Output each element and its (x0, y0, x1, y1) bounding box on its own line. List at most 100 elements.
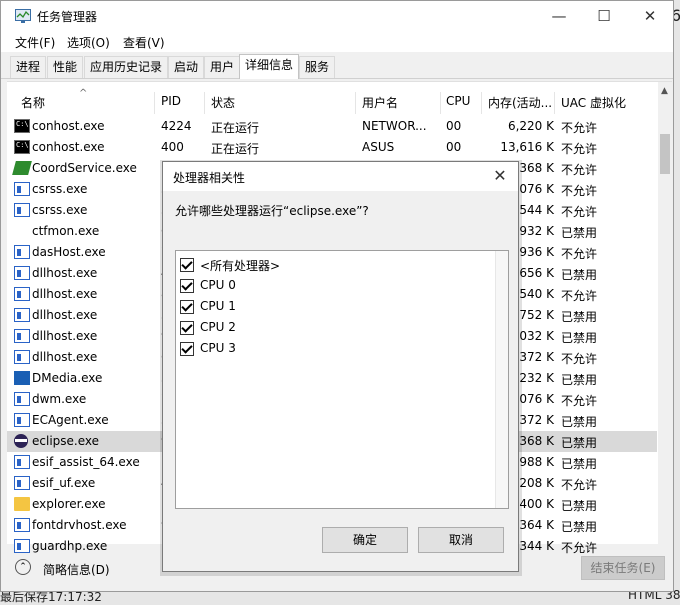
window-app-icon: window-app-icon (14, 245, 30, 259)
column-divider[interactable] (355, 92, 356, 114)
tab-services[interactable]: 服务 (299, 56, 336, 78)
cell-name: conhost.exe (32, 140, 105, 154)
menu-options[interactable]: 选项(O) (67, 34, 110, 51)
cell-uac: 已禁用 (561, 226, 598, 240)
window-app-icon: window-app-icon (14, 308, 30, 322)
window-app-icon: window-app-icon (14, 203, 30, 217)
cell-name: csrss.exe (32, 203, 88, 217)
list-scrollbar[interactable] (495, 251, 508, 508)
column-header-memory[interactable]: 内存(活动... (488, 94, 552, 111)
column-header-user[interactable]: 用户名 (362, 94, 398, 111)
processor-affinity-dialog: 处理器相关性 ✕ 允许哪些处理器运行“eclipse.exe”? <所有处理器>… (162, 161, 519, 572)
tab-app-history[interactable]: 应用历史记录 (84, 56, 169, 78)
cell-name: explorer.exe (32, 497, 106, 511)
window-app-icon: window-app-icon (14, 266, 30, 280)
cell-uac: 不允许 (561, 289, 598, 303)
cell-uac: 已禁用 (561, 310, 598, 324)
dialog-title: 处理器相关性 (173, 171, 246, 185)
dialog-title-bar[interactable]: 处理器相关性 ✕ (163, 162, 518, 191)
maximize-button[interactable]: ☐ (581, 1, 627, 32)
cell-uac: 已禁用 (561, 331, 598, 345)
checkbox[interactable] (180, 258, 194, 272)
cell-user: ASUS (362, 140, 395, 154)
cell-pid: 4224 (161, 119, 192, 133)
processor-option-label: CPU 1 (200, 299, 236, 313)
cell-user: NETWOR... (362, 119, 427, 133)
processor-option-label: CPU 2 (200, 320, 236, 334)
window-app-icon: window-app-icon (14, 476, 30, 490)
console-icon: console-icon (14, 119, 30, 133)
window-app-icon: window-app-icon (14, 455, 30, 469)
column-divider[interactable] (154, 92, 155, 114)
column-header-uac[interactable]: UAC 虚拟化 (561, 94, 626, 111)
checkbox[interactable] (180, 300, 194, 314)
window-app-icon: window-app-icon (14, 287, 30, 301)
cell-name: esif_uf.exe (32, 476, 96, 490)
dialog-close-button[interactable]: ✕ (488, 164, 512, 188)
cell-cpu: 00 (446, 119, 462, 133)
table-row[interactable]: console-iconconhost.exe 400 正在运行 ASUS 00 13,6… (7, 137, 657, 158)
column-divider[interactable] (481, 92, 482, 114)
window-app-icon: window-app-icon (14, 182, 30, 196)
cell-cpu: 00 (446, 140, 462, 154)
column-divider[interactable] (554, 92, 555, 114)
title-bar[interactable]: 任务管理器 — ☐ ✕ (1, 1, 673, 32)
cell-uac: 不允许 (561, 247, 598, 261)
cell-name: eclipse.exe (32, 434, 100, 448)
column-divider[interactable] (440, 92, 441, 114)
cell-mem: 13,616 K (500, 140, 554, 154)
menu-bar: 文件(F) 选项(O) 查看(V) (1, 32, 673, 52)
vertical-scrollbar[interactable]: ▲ (658, 82, 672, 544)
cell-name: fontdrvhost.exe (32, 518, 127, 532)
cell-uac: 已禁用 (561, 436, 598, 450)
window-title: 任务管理器 (37, 10, 98, 24)
tab-users[interactable]: 用户 (204, 56, 241, 78)
scroll-thumb[interactable] (660, 134, 670, 174)
cell-name: dllhost.exe (32, 287, 98, 301)
ok-button[interactable]: 确定 (322, 527, 408, 553)
minimize-button[interactable]: — (536, 1, 582, 32)
cell-uac: 已禁用 (561, 373, 598, 387)
fewer-details-link[interactable]: 简略信息(D) (43, 561, 110, 578)
cell-uac: 不允许 (561, 352, 598, 366)
cell-mem: 6,220 K (507, 119, 554, 133)
column-divider[interactable] (204, 92, 205, 114)
cell-pid: 400 (161, 140, 184, 154)
tab-performance[interactable]: 性能 (47, 56, 84, 78)
checkbox[interactable] (180, 342, 194, 356)
scroll-up-icon[interactable]: ▲ (661, 86, 668, 96)
cell-uac: 已禁用 (561, 268, 598, 282)
menu-file[interactable]: 文件(F) (15, 34, 55, 51)
cell-name: DMedia.exe (32, 371, 103, 385)
cell-name: dllhost.exe (32, 350, 98, 364)
column-header-status[interactable]: 状态 (211, 94, 235, 111)
cell-name: CoordService.exe (32, 161, 137, 175)
close-button[interactable]: ✕ (627, 1, 673, 32)
cell-name: ECAgent.exe (32, 413, 109, 427)
cancel-button[interactable]: 取消 (418, 527, 504, 553)
column-header-name[interactable]: 名称 (21, 94, 45, 111)
cell-uac: 不允许 (561, 205, 598, 219)
sort-ascending-icon: ^ (79, 88, 88, 99)
eclipse-icon: eclipse-icon (14, 434, 28, 448)
tab-details[interactable]: 详细信息 (239, 54, 300, 79)
checkbox[interactable] (180, 279, 194, 293)
folder-icon: folder-icon (14, 497, 30, 511)
tab-processes[interactable]: 进程 (10, 56, 47, 78)
collapse-chevron-icon[interactable]: ⌃ (15, 559, 31, 575)
checkbox[interactable] (180, 321, 194, 335)
tab-startup[interactable]: 启动 (168, 56, 205, 78)
maximize-icon: ☐ (597, 7, 611, 25)
processor-option-label: CPU 0 (200, 278, 236, 292)
cell-uac: 不允许 (561, 478, 598, 492)
column-header-pid[interactable]: PID (161, 94, 181, 108)
end-task-button[interactable]: 结束任务(E) (581, 556, 665, 580)
processor-option-label: <所有处理器> (200, 259, 281, 273)
table-row[interactable]: console-iconconhost.exe 4224 正在运行 NETWOR...… (7, 116, 657, 137)
cell-name: dasHost.exe (32, 245, 106, 259)
cell-uac: 不允许 (561, 394, 598, 408)
menu-view[interactable]: 查看(V) (123, 34, 165, 51)
cell-name: dllhost.exe (32, 308, 98, 322)
column-header-cpu[interactable]: CPU (446, 94, 470, 108)
console-icon: console-icon (14, 140, 30, 154)
